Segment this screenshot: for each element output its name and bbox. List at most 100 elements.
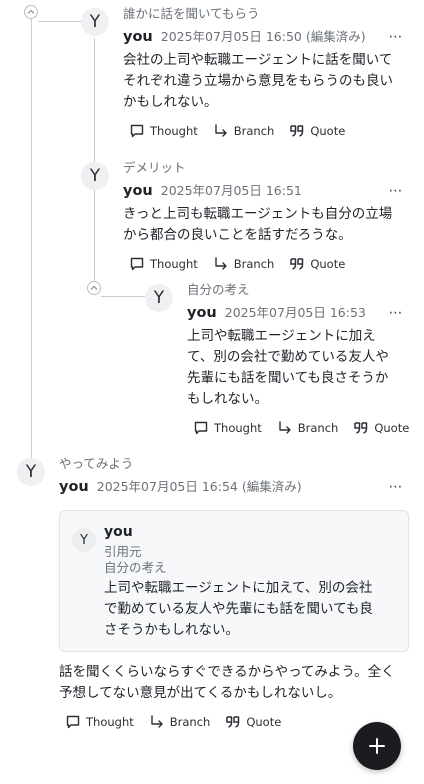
- post-author[interactable]: you: [123, 183, 153, 199]
- quote-icon: [290, 258, 304, 270]
- post-body-line: かもしれない。: [123, 94, 218, 110]
- more-options-icon[interactable]: ⋯: [387, 184, 403, 198]
- post-body-line: 話を聞くくらいならすぐできるからやってみよう。全く: [59, 664, 395, 680]
- post-author[interactable]: you: [123, 29, 153, 45]
- post-actions: Thought Branch Quote: [193, 418, 409, 438]
- thought-label: Thought: [86, 715, 134, 729]
- post-body-line: 先輩にも話を聞いても良さそうか: [187, 370, 389, 386]
- thought-label: Thought: [150, 257, 198, 271]
- post-meta: you 2025年07月05日 16:51 ⋯: [123, 180, 403, 200]
- quote-icon: [226, 716, 240, 728]
- avatar[interactable]: Y: [81, 8, 109, 36]
- post-body-line: 予想してない意見が出てくるかもしれないし。: [59, 685, 342, 701]
- quoted-body-line: で勤めている友人や先輩にも話を聞いても良: [104, 601, 373, 617]
- post-item: やってみよう you 2025年07月05日 16:54 (編集済み) ⋯: [59, 456, 403, 496]
- quoted-body: 上司や転職エージェントに加えて、別の会社 で勤めている友人や先輩にも話を聞いても…: [104, 578, 394, 641]
- thought-label: Thought: [150, 124, 198, 138]
- post-actions: Thought Branch Quote: [129, 121, 403, 141]
- quoted-body-line: さそうかもしれない。: [104, 622, 239, 638]
- chevron-up-icon: [27, 9, 35, 14]
- post-body: 会社の上司や転職エージェントに話を聞いて それぞれ違う立場から意見をもらうのも良…: [123, 50, 403, 113]
- more-options-icon[interactable]: ⋯: [387, 306, 403, 320]
- quote-source-label: 引用元: [104, 544, 142, 559]
- branch-label: Branch: [297, 421, 339, 435]
- branch-label: Branch: [233, 257, 275, 271]
- post-subject: デメリット: [123, 160, 186, 175]
- new-post-button[interactable]: [353, 722, 401, 770]
- branch-arrow-icon: [279, 421, 291, 434]
- thought-button[interactable]: Thought: [129, 256, 198, 272]
- quote-button[interactable]: Quote: [225, 714, 281, 730]
- post-subject: 自分の考え: [187, 282, 250, 297]
- post-date: 2025年07月05日 16:54: [96, 479, 238, 494]
- branch-label: Branch: [233, 124, 275, 138]
- post-body-line: もしれない。: [187, 391, 268, 407]
- branch-label: Branch: [169, 715, 211, 729]
- post-author[interactable]: you: [59, 479, 89, 495]
- quoted-author: you: [104, 524, 133, 540]
- post-item: デメリット you 2025年07月05日 16:51 ⋯ きっと上司も転職エー…: [123, 160, 403, 274]
- speech-bubble-icon: [66, 715, 80, 729]
- post-meta: you 2025年07月05日 16:53 ⋯: [187, 302, 403, 322]
- plus-icon: [369, 738, 385, 754]
- quote-button[interactable]: Quote: [353, 420, 409, 436]
- thread-line-main: [31, 14, 32, 458]
- post-body: きっと上司も転職エージェントも自分の立場 から都合の良いことを話すだろうな。: [123, 204, 403, 246]
- branch-arrow-icon: [215, 257, 227, 270]
- edited-label: (編集済み): [305, 29, 366, 44]
- speech-bubble-icon: [130, 257, 144, 271]
- thought-button[interactable]: Thought: [193, 420, 262, 436]
- post-date: 2025年07月05日 16:53: [224, 305, 366, 320]
- post-date: 2025年07月05日 16:51: [160, 183, 302, 198]
- post-body: 話を聞くくらいならすぐできるからやってみよう。全く 予想してない意見が出てくるか…: [59, 662, 409, 704]
- post-item: 誰かに話を聞いてもらう you 2025年07月05日 16:50 (編集済み)…: [123, 6, 403, 141]
- post-body-line: きっと上司も転職エージェントも自分の立場: [123, 206, 393, 222]
- quote-icon: [354, 422, 368, 434]
- post-body: 上司や転職エージェントに加え て、別の会社で勤めている友人や 先輩にも話を聞いて…: [187, 326, 403, 410]
- collapse-thread-top-button[interactable]: [24, 5, 38, 19]
- chevron-up-icon: [90, 285, 98, 290]
- quote-button[interactable]: Quote: [289, 256, 345, 272]
- post-body-line: 上司や転職エージェントに加え: [187, 328, 376, 344]
- speech-bubble-icon: [194, 421, 208, 435]
- branch-arrow-icon: [215, 124, 227, 137]
- branch-button[interactable]: Branch: [149, 714, 211, 730]
- post-date: 2025年07月05日 16:50: [160, 29, 302, 44]
- more-options-icon[interactable]: ⋯: [387, 30, 403, 44]
- branch-button[interactable]: Branch: [213, 123, 275, 139]
- post-actions: Thought Branch Quote: [65, 712, 409, 732]
- post-body-line: それぞれ違う立場から意見をもらうのも良い: [123, 73, 393, 89]
- branch-button[interactable]: Branch: [277, 420, 339, 436]
- quoted-subject: 自分の考え: [104, 560, 167, 575]
- thread-line-branch-inner: [101, 296, 145, 297]
- quoted-body-line: 上司や転職エージェントに加えて、別の会社: [104, 580, 373, 596]
- avatar[interactable]: Y: [81, 162, 109, 190]
- more-options-icon[interactable]: ⋯: [387, 480, 403, 494]
- post-subject: 誰かに話を聞いてもらう: [123, 6, 260, 21]
- post-body-line: て、別の会社で勤めている友人や: [187, 349, 389, 365]
- quote-button[interactable]: Quote: [289, 123, 345, 139]
- thought-label: Thought: [214, 421, 262, 435]
- thought-button[interactable]: Thought: [65, 714, 134, 730]
- speech-bubble-icon: [130, 124, 144, 138]
- quote-label: Quote: [374, 421, 410, 435]
- quote-icon: [290, 125, 304, 137]
- branch-arrow-icon: [151, 715, 163, 728]
- post-meta: you 2025年07月05日 16:54 (編集済み) ⋯: [59, 476, 403, 496]
- collapse-thread-inner-button[interactable]: [87, 281, 101, 295]
- quote-label: Quote: [310, 124, 346, 138]
- edited-label: (編集済み): [241, 479, 302, 494]
- post-subject: やってみよう: [59, 456, 134, 471]
- avatar[interactable]: Y: [145, 284, 173, 312]
- avatar[interactable]: Y: [17, 458, 45, 486]
- post-body-line: 会社の上司や転職エージェントに話を聞いて: [123, 52, 393, 68]
- post-author[interactable]: you: [187, 305, 217, 321]
- branch-button[interactable]: Branch: [213, 256, 275, 272]
- post-actions: Thought Branch Quote: [129, 254, 403, 274]
- thought-button[interactable]: Thought: [129, 123, 198, 139]
- quoted-post-card[interactable]: Y you 引用元 自分の考え 上司や転職エージェントに加えて、別の会社 で勤め…: [59, 510, 409, 652]
- post-item-continued: 話を聞くくらいならすぐできるからやってみよう。全く 予想してない意見が出てくるか…: [59, 662, 409, 732]
- post-meta: you 2025年07月05日 16:50 (編集済み) ⋯: [123, 26, 403, 46]
- post-item: 自分の考え you 2025年07月05日 16:53 ⋯ 上司や転職エージェン…: [187, 282, 409, 438]
- avatar: Y: [72, 528, 96, 552]
